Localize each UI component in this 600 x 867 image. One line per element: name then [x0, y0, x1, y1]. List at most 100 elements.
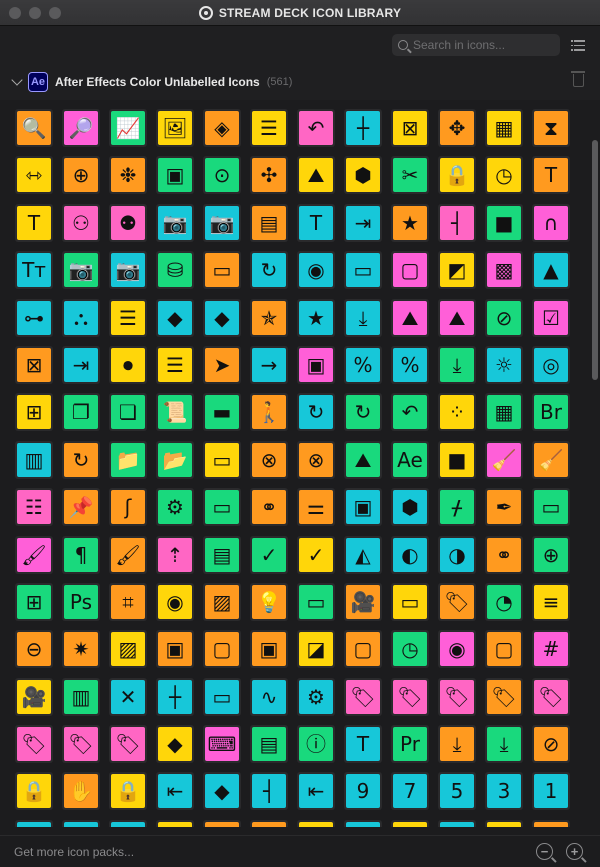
icon-tile-disc[interactable]: ◉ [156, 582, 194, 621]
icon-tile-box-x-2[interactable]: ⊠ [15, 345, 53, 384]
icon-tile-eye-off[interactable]: ⊘ [532, 725, 570, 764]
icon-tile-pct10[interactable]: % [344, 345, 382, 384]
icon-tile-jump-1[interactable]: ◆ [203, 298, 241, 337]
icon-tile-slider-frame[interactable]: ▣ [250, 819, 288, 827]
icon-tile-text-box[interactable]: T [15, 203, 53, 242]
icon-tile-img-3[interactable]: 3 [485, 772, 523, 811]
icon-tile-star-3[interactable]: ★ [297, 298, 335, 337]
icon-tile-shapes[interactable]: ◭ [344, 535, 382, 574]
icon-tile-symmetry[interactable]: ⧗ [532, 109, 570, 147]
icon-tile-align[interactable]: ☰ [156, 345, 194, 384]
icon-tile-split-5[interactable]: ┤ [250, 772, 288, 811]
close-button[interactable] [9, 7, 21, 19]
icon-tile-stack-broom[interactable]: ☷ [15, 488, 53, 527]
icon-tile-zoom-2[interactable]: 🔍 [344, 819, 382, 827]
icon-tile-video[interactable]: 🎥 [344, 582, 382, 621]
icon-tile-move[interactable]: ✥ [438, 109, 476, 147]
icon-tile-octagon-clock[interactable]: ◷ [203, 819, 241, 827]
icon-tile-doc-check[interactable]: ✓ [250, 535, 288, 574]
icon-tile-slider-img[interactable]: ▭ [532, 488, 570, 527]
icon-pack-header[interactable]: Ae After Effects Color Unlabelled Icons … [0, 64, 600, 100]
icon-tile-image-frame[interactable]: ⛰ [297, 819, 335, 827]
icon-tile-layers[interactable]: ◈ [203, 109, 241, 147]
icon-tile-zoom[interactable]: 🔍 [15, 109, 53, 147]
icon-tile-dither-2[interactable]: ◑ [438, 535, 476, 574]
icon-tile-premiere[interactable]: Pr [391, 725, 429, 764]
icon-tile-tools[interactable]: ✂ [391, 156, 429, 195]
icon-tile-check-bar[interactable]: ✓ [297, 535, 335, 574]
icon-tile-hook[interactable]: ʃ [109, 488, 147, 527]
icon-tile-rect-marker[interactable]: ▭ [203, 677, 241, 716]
icon-tile-download[interactable]: ⤓ [438, 345, 476, 384]
icon-tile-screen-eye[interactable]: ◉ [438, 630, 476, 669]
icon-tile-magnet[interactable]: ∩ [532, 203, 570, 242]
list-view-icon[interactable] [571, 40, 585, 51]
icon-tile-split[interactable]: ┼ [344, 109, 382, 147]
icon-tile-no-image[interactable]: ⊘ [485, 298, 523, 337]
icon-tile-bulb[interactable]: 💡 [250, 582, 288, 621]
icon-tile-slider[interactable]: ▭ [203, 488, 241, 527]
icon-tile-fx[interactable]: fx [156, 819, 194, 827]
icon-tile-text[interactable]: T [532, 156, 570, 195]
icon-tile-sliders[interactable]: ⚌ [297, 488, 335, 527]
icon-tile-list-eye[interactable]: ☰ [109, 298, 147, 337]
minimize-button[interactable] [29, 7, 41, 19]
icon-tile-books[interactable]: ▥ [62, 677, 100, 716]
icon-tile-frame-4[interactable]: ▢ [203, 630, 241, 669]
icon-tile-refresh[interactable]: ↻ [250, 251, 288, 290]
icon-tile-clock-2[interactable]: ◷ [391, 630, 429, 669]
icon-tile-graph[interactable]: 📈 [109, 109, 147, 147]
icon-tile-x-frame[interactable]: ⊗ [297, 440, 335, 479]
icon-tile-doc-down[interactable]: ⤓ [438, 725, 476, 764]
icon-tile-face-zoom[interactable]: ☺ [391, 819, 429, 827]
icon-tile-star-2[interactable]: ✯ [250, 298, 288, 337]
icon-tile-fit[interactable]: ⇿ [15, 156, 53, 195]
icon-tile-split-4[interactable]: ┼ [156, 677, 194, 716]
icon-tile-bars[interactable]: ᚋ [438, 488, 476, 527]
icon-tile-folder-img[interactable]: 📁 [109, 440, 147, 479]
icon-tile-black-rect[interactable]: ■ [438, 440, 476, 479]
icon-tile-zoom-out[interactable]: 🔎 [62, 109, 100, 147]
icon-tile-tag-5[interactable]: 🏷 [532, 677, 570, 716]
trash-icon[interactable] [571, 71, 585, 87]
icon-tile-rect[interactable]: ▬ [203, 393, 241, 432]
icon-tile-redo-1[interactable]: ↻ [344, 393, 382, 432]
icon-tile-broom[interactable]: 🧹 [485, 440, 523, 479]
icon-tile-ae-box[interactable]: Ae [391, 440, 429, 479]
icon-tile-eraser[interactable]: ⌫ [532, 819, 570, 827]
icon-tile-arrows[interactable]: ✣ [250, 156, 288, 195]
icon-tile-camera-2[interactable]: 📷 [203, 203, 241, 242]
icon-tile-down-bar[interactable]: ⤓ [344, 298, 382, 337]
icon-tile-img-refresh[interactable]: ⛰ [344, 440, 382, 479]
icon-tile-video-cursor[interactable]: 🎥 [15, 677, 53, 716]
scrollbar[interactable] [592, 140, 598, 380]
icon-tile-table-zoom[interactable]: ▦ [485, 393, 523, 432]
icon-tile-crop[interactable]: ⌗ [109, 582, 147, 621]
icon-tile-paintbrush[interactable]: 🖌 [109, 535, 147, 574]
icon-tile-image-sun[interactable]: ☼ [485, 345, 523, 384]
icon-tile-gear-marker[interactable]: ⚙ [297, 677, 335, 716]
icon-tile-tri[interactable]: ◩ [438, 251, 476, 290]
icon-tile-lock-doc[interactable]: 🔒 [15, 772, 53, 811]
icon-tile-rgb[interactable]: ⛬ [62, 298, 100, 337]
icon-tile-record[interactable]: ⏺ [109, 345, 147, 384]
icon-tile-anchor[interactable]: ⊕ [62, 156, 100, 195]
icon-tile-pen[interactable]: ✒ [485, 488, 523, 527]
icon-tile-paragraph[interactable]: ¶ [62, 535, 100, 574]
icon-tile-hatch[interactable]: ▨ [203, 582, 241, 621]
icon-tile-broom-2[interactable]: 🧹 [532, 440, 570, 479]
icon-tile-rings[interactable]: ⚭ [250, 488, 288, 527]
icon-tile-doc-down-2[interactable]: ⤓ [485, 725, 523, 764]
icon-tile-info[interactable]: ⓘ [297, 725, 335, 764]
icon-tile-photoshop[interactable]: Ps [62, 582, 100, 621]
icon-tile-doc-add[interactable]: ⊕ [532, 535, 570, 574]
icon-tile-grid-lines[interactable]: ≡ [532, 582, 570, 621]
icon-tile-camera[interactable]: 📷 [156, 203, 194, 242]
icon-tile-clock-arrow[interactable]: ◔ [485, 582, 523, 621]
icon-tile-wave-marker[interactable]: ∿ [250, 677, 288, 716]
icon-tile-tags[interactable]: 🏷 [438, 582, 476, 621]
icon-tile-jump-10c[interactable]: 10 [109, 819, 147, 827]
icon-tile-pyramid[interactable]: ▲ [532, 251, 570, 290]
icon-tile-grid-lock[interactable]: # [532, 630, 570, 669]
icon-tile-dots-eye[interactable]: ⁘ [438, 393, 476, 432]
